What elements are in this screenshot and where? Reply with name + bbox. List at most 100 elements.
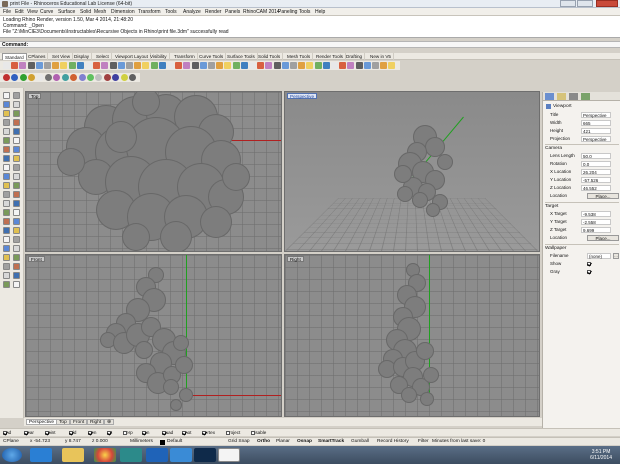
blue-sphere-icon[interactable]: [11, 74, 19, 81]
viewport-right[interactable]: Right: [284, 254, 540, 417]
extrude-icon[interactable]: [13, 137, 20, 144]
select-icon[interactable]: [150, 62, 158, 69]
sphere-instance[interactable]: [401, 387, 417, 403]
viewport-title-top[interactable]: Top: [28, 93, 42, 99]
sphere-instance[interactable]: [437, 154, 453, 170]
menu-item-dimension[interactable]: Dimension: [111, 9, 135, 15]
file-explorer-icon[interactable]: [62, 448, 84, 462]
toolbar-tab-drafting[interactable]: Drafting: [344, 53, 366, 60]
toolbar-tab-surface-tools[interactable]: Surface Tools: [225, 53, 258, 60]
sphere-instance[interactable]: [105, 121, 137, 153]
layer-label[interactable]: Default: [167, 439, 182, 444]
split-tool-icon[interactable]: [3, 236, 10, 243]
osnap-project-checkbox[interactable]: Project: [226, 430, 240, 435]
osnap-cen-checkbox[interactable]: Cen: [88, 430, 96, 435]
technical-icon[interactable]: [380, 62, 388, 69]
zloc-field[interactable]: 46.552: [581, 185, 611, 191]
cplane-label[interactable]: CPlane: [3, 439, 19, 444]
green-sphere-icon[interactable]: [19, 74, 27, 81]
start-button[interactable]: [2, 448, 22, 462]
camera-place-button[interactable]: Place...: [587, 193, 619, 199]
rhino-taskbar-icon[interactable]: [218, 448, 240, 462]
revolve-icon[interactable]: [13, 146, 20, 153]
sphere-instance[interactable]: [423, 367, 439, 383]
toolbar-tab-cplanes[interactable]: CPlanes: [26, 53, 49, 60]
osnap-near-checkbox[interactable]: Near: [24, 430, 34, 435]
filter-icon[interactable]: [314, 62, 322, 69]
viewport-title-perspective[interactable]: Perspective: [287, 93, 318, 99]
projection-dropdown[interactable]: Perspective: [581, 136, 611, 142]
rhinocam-icon[interactable]: [120, 448, 142, 462]
shade-icon[interactable]: [339, 62, 347, 69]
display-tab-icon[interactable]: [569, 93, 578, 100]
tab-top[interactable]: Top: [56, 419, 70, 425]
lime-sphere-icon[interactable]: [87, 74, 94, 81]
curve-icon[interactable]: [13, 101, 20, 108]
cylinder-icon[interactable]: [13, 164, 20, 171]
wireframe-icon[interactable]: [347, 62, 355, 69]
gumball-icon[interactable]: [298, 62, 306, 69]
ytarget-field[interactable]: -2.558: [581, 219, 611, 225]
polyline-icon[interactable]: [3, 101, 10, 108]
sphere-instance[interactable]: [175, 356, 193, 374]
filename-field[interactable]: (none): [587, 253, 611, 259]
sphere-instance[interactable]: [160, 221, 192, 251]
white-sphere-icon[interactable]: [36, 74, 44, 81]
menu-item-paneling-tools[interactable]: Paneling Tools: [278, 9, 310, 15]
rotation-field[interactable]: 0.0: [581, 161, 611, 167]
menu-item-curve[interactable]: Curve: [40, 9, 53, 15]
minimize-button[interactable]: [560, 0, 576, 7]
point-icon[interactable]: [13, 92, 20, 99]
toolbar-tab-set-view[interactable]: Set View: [50, 53, 74, 60]
toolbar-tab-curve-tools[interactable]: Curve Tools: [197, 53, 227, 60]
menu-item-render[interactable]: Render: [205, 9, 221, 15]
sphere-instance[interactable]: [163, 379, 179, 395]
paste-icon[interactable]: [60, 62, 68, 69]
sphere-instance[interactable]: [170, 399, 182, 411]
toolbar-tab-transform[interactable]: Transform: [172, 53, 198, 60]
xloc-field[interactable]: 26.204: [581, 169, 611, 175]
light-icon[interactable]: [191, 62, 199, 69]
sphere-instance[interactable]: [135, 341, 153, 359]
show-icon[interactable]: [240, 62, 248, 69]
osnap-mid-checkbox[interactable]: Mid: [69, 430, 76, 435]
sphere-instance[interactable]: [416, 342, 434, 360]
lens-field[interactable]: 50.0: [581, 153, 611, 159]
four-views-icon[interactable]: [134, 62, 142, 69]
point-icon[interactable]: [13, 272, 20, 279]
join-icon[interactable]: [265, 62, 273, 69]
circle-icon[interactable]: [13, 110, 20, 117]
sweep-icon[interactable]: [3, 155, 10, 162]
osnap-perp-checkbox[interactable]: Perp: [123, 430, 133, 435]
zoom-window-icon[interactable]: [109, 62, 117, 69]
open-icon[interactable]: [11, 62, 19, 69]
record-history-toggle[interactable]: Record History: [377, 439, 409, 444]
maroon-sphere-icon[interactable]: [103, 74, 111, 81]
polyline-icon[interactable]: [3, 281, 10, 288]
cplane-icon[interactable]: [142, 62, 150, 69]
menu-item-rhinocam-2014[interactable]: RhinoCAM 2014: [243, 9, 280, 15]
ghost-icon[interactable]: [355, 62, 363, 69]
close-button[interactable]: [596, 0, 618, 7]
sphere-instance[interactable]: [222, 163, 250, 191]
toolbar-tab-visibility[interactable]: Visibility: [148, 53, 170, 60]
toolbar-tab-display[interactable]: Display: [72, 53, 93, 60]
material-icon[interactable]: [183, 62, 191, 69]
pan-icon[interactable]: [85, 62, 92, 69]
xtarget-field[interactable]: -9.538: [581, 211, 611, 217]
outlook-icon[interactable]: [146, 448, 168, 462]
analyze-icon[interactable]: [13, 263, 20, 270]
zoom-selected-icon[interactable]: [126, 62, 133, 69]
surface-icon[interactable]: [3, 137, 10, 144]
osnap-tan-checkbox[interactable]: Tan: [142, 430, 149, 435]
ie-icon[interactable]: [30, 448, 52, 462]
options-icon[interactable]: [331, 62, 338, 69]
ortho-toggle[interactable]: Ortho: [257, 439, 270, 444]
array-icon[interactable]: [13, 200, 20, 207]
sphere-instance[interactable]: [397, 186, 413, 202]
chrome-icon[interactable]: [94, 448, 116, 462]
toolbar-tab-select[interactable]: Select: [94, 53, 112, 60]
units-label[interactable]: Millimeters: [130, 439, 153, 444]
properties-icon[interactable]: [167, 62, 174, 69]
menu-item-view[interactable]: View: [27, 9, 38, 15]
